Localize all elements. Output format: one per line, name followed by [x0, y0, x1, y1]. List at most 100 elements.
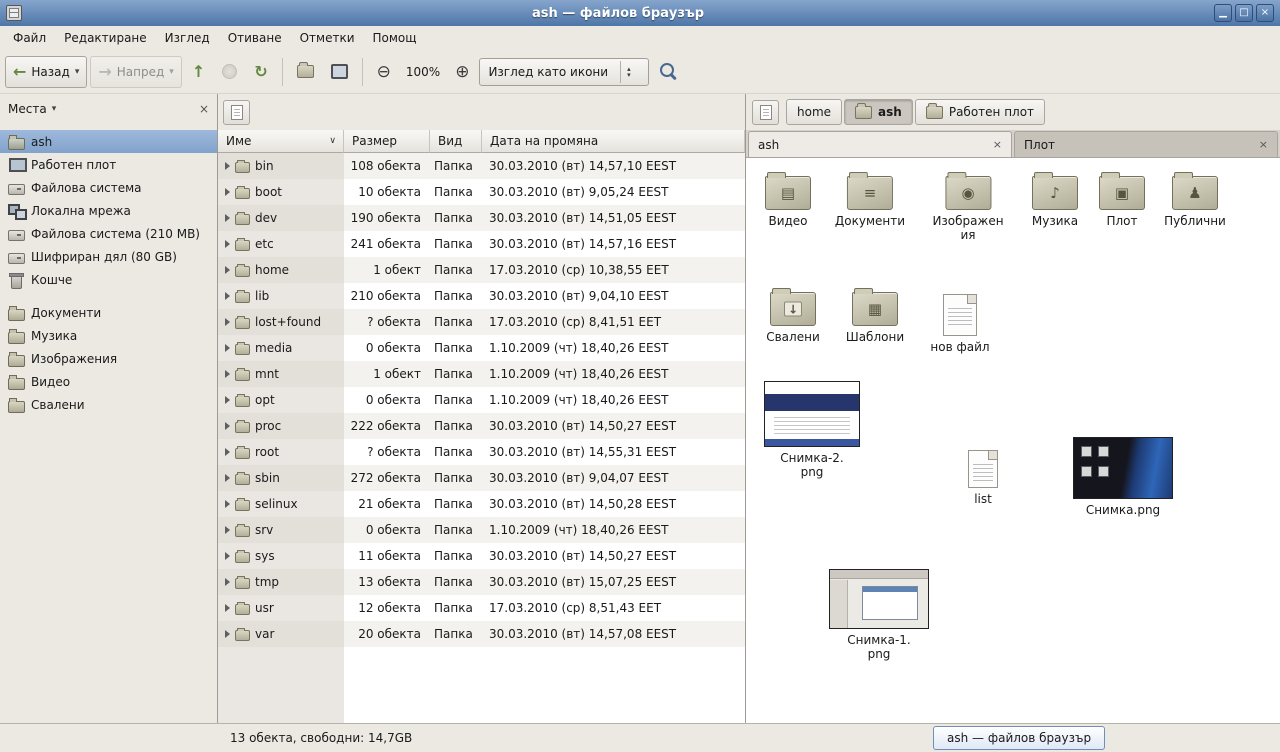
- location-toggle-button[interactable]: [752, 100, 779, 125]
- tab-inactive[interactable]: Плот×: [1014, 131, 1278, 157]
- table-row[interactable]: root? обектаПапка30.03.2010 (вт) 14,55,3…: [218, 439, 745, 465]
- table-row[interactable]: proc222 обектаПапка30.03.2010 (вт) 14,50…: [218, 413, 745, 439]
- sidebar-item[interactable]: Видео: [0, 370, 217, 393]
- menu-item[interactable]: Помощ: [364, 28, 426, 48]
- sidebar-item[interactable]: Локална мрежа: [0, 199, 217, 222]
- sidebar-item[interactable]: Шифриран дял (80 GB): [0, 245, 217, 268]
- maximize-button[interactable]: □: [1235, 4, 1253, 22]
- zoom-in-button[interactable]: ⊕: [448, 56, 476, 88]
- icon-view-item[interactable]: ≡Документи: [835, 170, 905, 228]
- table-row[interactable]: tmp13 обектаПапка30.03.2010 (вт) 15,07,2…: [218, 569, 745, 595]
- sidebar-chevron-icon[interactable]: ▾: [52, 104, 57, 114]
- icon-view-item[interactable]: list: [948, 450, 1018, 506]
- column-header-type[interactable]: Вид: [430, 130, 482, 153]
- table-row[interactable]: opt0 обектаПапка1.10.2009 (чт) 18,40,26 …: [218, 387, 745, 413]
- expander-icon[interactable]: [225, 266, 230, 274]
- home-button[interactable]: [290, 56, 321, 88]
- icon-view-item[interactable]: ▣Плот: [1087, 170, 1157, 228]
- expander-icon[interactable]: [225, 500, 230, 508]
- table-row[interactable]: lib210 обектаПапка30.03.2010 (вт) 9,04,1…: [218, 283, 745, 309]
- breadcrumb-button[interactable]: home: [786, 99, 842, 125]
- breadcrumb-button[interactable]: Работен плот: [915, 99, 1045, 125]
- table-row[interactable]: boot10 обектаПапка30.03.2010 (вт) 9,05,2…: [218, 179, 745, 205]
- expander-icon[interactable]: [225, 162, 230, 170]
- title-bar[interactable]: ash — файлов браузър ▁ □ ×: [0, 0, 1280, 26]
- up-button[interactable]: ↑: [185, 56, 212, 88]
- computer-button[interactable]: [324, 56, 355, 88]
- icon-view-item[interactable]: ♪Музика: [1020, 170, 1090, 228]
- expander-icon[interactable]: [225, 214, 230, 222]
- sidebar-item[interactable]: Свалени: [0, 393, 217, 416]
- table-row[interactable]: lost+found? обектаПапка17.03.2010 (ср) 8…: [218, 309, 745, 335]
- icon-view[interactable]: ▤Видео≡Документи ◉Изображен ия ♪Музика▣Пло…: [746, 158, 1280, 723]
- view-mode-select[interactable]: Изглед като икони ▴▾: [479, 58, 649, 86]
- table-row[interactable]: selinux21 обектаПапка30.03.2010 (вт) 14,…: [218, 491, 745, 517]
- table-row[interactable]: srv0 обектаПапка1.10.2009 (чт) 18,40,26 …: [218, 517, 745, 543]
- table-row[interactable]: bin108 обектаПапка30.03.2010 (вт) 14,57,…: [218, 153, 745, 179]
- expander-icon[interactable]: [225, 578, 230, 586]
- zoom-out-button[interactable]: ⊖: [370, 56, 398, 88]
- minimize-button[interactable]: ▁: [1214, 4, 1232, 22]
- tab-active[interactable]: ash×: [748, 131, 1012, 157]
- icon-view-item[interactable]: ◉Изображен ия: [932, 170, 1003, 242]
- expander-icon[interactable]: [225, 344, 230, 352]
- table-row[interactable]: sbin272 обектаПапка30.03.2010 (вт) 9,04,…: [218, 465, 745, 491]
- menu-item[interactable]: Изглед: [156, 28, 219, 48]
- table-row[interactable]: media0 обектаПапка1.10.2009 (чт) 18,40,2…: [218, 335, 745, 361]
- expander-icon[interactable]: [225, 240, 230, 248]
- expander-icon[interactable]: [225, 396, 230, 404]
- expander-icon[interactable]: [225, 630, 230, 638]
- location-toggle-button[interactable]: [223, 100, 250, 125]
- sidebar-item[interactable]: Документи: [0, 301, 217, 324]
- expander-icon[interactable]: [225, 604, 230, 612]
- expander-icon[interactable]: [225, 474, 230, 482]
- sidebar-title[interactable]: Места: [8, 102, 47, 116]
- breadcrumb-button[interactable]: ash: [844, 99, 913, 125]
- sidebar-item[interactable]: Работен плот: [0, 153, 217, 176]
- expander-icon[interactable]: [225, 292, 230, 300]
- expander-icon[interactable]: [225, 318, 230, 326]
- sidebar-item[interactable]: ash: [0, 130, 217, 153]
- expander-icon[interactable]: [225, 526, 230, 534]
- taskbar-window-button[interactable]: ash — файлов браузър: [933, 726, 1105, 750]
- table-row[interactable]: home1 обектПапка17.03.2010 (ср) 10,38,55…: [218, 257, 745, 283]
- column-header-date[interactable]: Дата на промяна: [482, 130, 745, 153]
- menu-item[interactable]: Отметки: [291, 28, 364, 48]
- icon-view-item[interactable]: ♟Публични: [1160, 170, 1230, 228]
- close-button[interactable]: ×: [1256, 4, 1274, 22]
- expander-icon[interactable]: [225, 552, 230, 560]
- column-header-name[interactable]: Име ∨: [218, 130, 344, 153]
- sidebar-item[interactable]: Файлова система: [0, 176, 217, 199]
- table-row[interactable]: etc241 обектаПапка30.03.2010 (вт) 14,57,…: [218, 231, 745, 257]
- icon-view-item[interactable]: Снимка.png: [1073, 437, 1173, 517]
- menu-item[interactable]: Редактиране: [55, 28, 156, 48]
- table-row[interactable]: dev190 обектаПапка30.03.2010 (вт) 14,51,…: [218, 205, 745, 231]
- menu-item[interactable]: Отиване: [219, 28, 291, 48]
- tab-close-button[interactable]: ×: [1259, 138, 1268, 151]
- icon-view-item[interactable]: ↓Свалени: [758, 286, 828, 344]
- icon-view-item[interactable]: Снимка-2. png: [764, 381, 860, 479]
- table-row[interactable]: sys11 обектаПапка30.03.2010 (вт) 14,50,2…: [218, 543, 745, 569]
- expander-icon[interactable]: [225, 370, 230, 378]
- expander-icon[interactable]: [225, 448, 230, 456]
- table-row[interactable]: mnt1 обектПапка1.10.2009 (чт) 18,40,26 E…: [218, 361, 745, 387]
- expander-icon[interactable]: [225, 422, 230, 430]
- sidebar-close-button[interactable]: ×: [199, 102, 209, 116]
- tab-close-button[interactable]: ×: [993, 138, 1002, 151]
- sidebar-item[interactable]: Файлова система (210 MB): [0, 222, 217, 245]
- menu-item[interactable]: Файл: [4, 28, 55, 48]
- icon-view-item[interactable]: ▦Шаблони: [840, 286, 910, 344]
- icon-view-item[interactable]: ▤Видео: [753, 170, 823, 228]
- icon-view-item[interactable]: Снимка-1. png: [829, 569, 929, 661]
- column-header-size[interactable]: Размер: [344, 130, 430, 153]
- sidebar-item[interactable]: Изображения: [0, 347, 217, 370]
- back-button[interactable]: ← Назад ▾: [5, 56, 87, 88]
- expander-icon[interactable]: [225, 188, 230, 196]
- icon-view-item[interactable]: нов файл: [925, 294, 995, 354]
- reload-button[interactable]: ↻: [247, 56, 274, 88]
- table-row[interactable]: var20 обектаПапка30.03.2010 (вт) 14,57,0…: [218, 621, 745, 647]
- table-row[interactable]: usr12 обектаПапка17.03.2010 (ср) 8,51,43…: [218, 595, 745, 621]
- search-button[interactable]: [652, 56, 685, 88]
- sidebar-item[interactable]: Музика: [0, 324, 217, 347]
- back-dropdown-icon[interactable]: ▾: [75, 67, 80, 77]
